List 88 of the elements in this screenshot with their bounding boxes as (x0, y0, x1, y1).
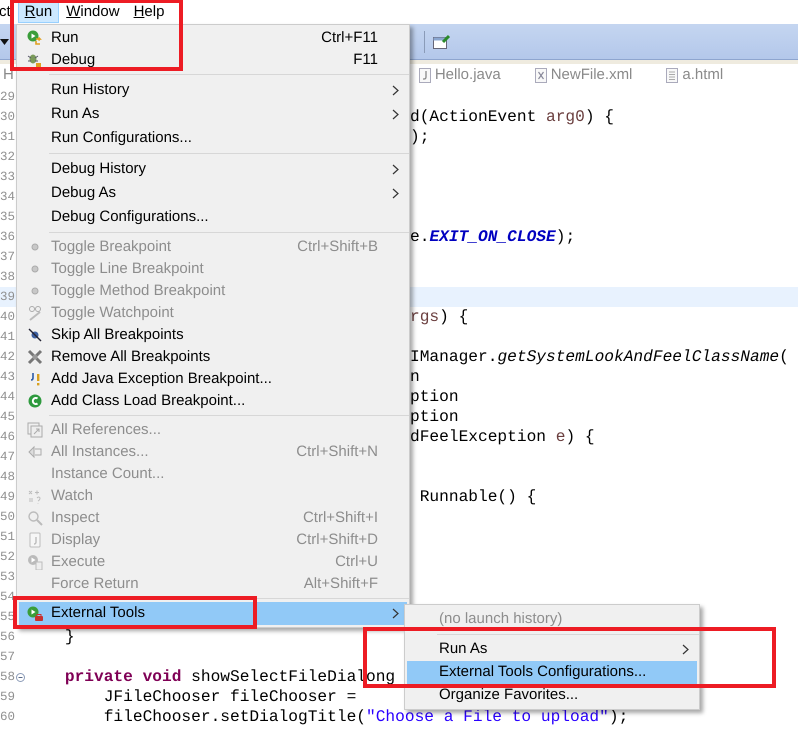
code-line: rgs) { (410, 309, 468, 325)
line-number: 60 (0, 710, 16, 724)
window-pin-icon[interactable] (433, 34, 450, 50)
menu-item[interactable]: Debug History (19, 157, 407, 181)
code-line: dFeelException e) { (410, 429, 595, 445)
code-line: IManager.getSystemLookAndFeelClassName( (410, 349, 789, 365)
line-number: 31 (0, 130, 16, 144)
display-icon (27, 532, 43, 548)
menu-item[interactable]: Run Configurations... (19, 126, 407, 150)
menu-item[interactable]: Debug F11 (19, 49, 407, 71)
magnifier-icon (27, 510, 43, 526)
code-line: JFileChooser fileChooser = (102, 689, 356, 705)
menu-item[interactable]: Add Java Exception Breakpoint... (19, 368, 407, 390)
line-number: 53 (0, 570, 16, 584)
line-number: 39 (0, 290, 16, 304)
line-number: 59 (0, 690, 16, 704)
menu-item[interactable]: Run As (407, 638, 697, 661)
code-line: d(ActionEvent arg0) { (410, 109, 614, 125)
line-number: 38 (0, 270, 16, 284)
line-number: 35 (0, 210, 16, 224)
code-line: e.EXIT_ON_CLOSE); (410, 229, 576, 245)
menu-item[interactable]: Run Ctrl+F11 (19, 27, 407, 49)
line-number: 45 (0, 410, 16, 424)
menu-item[interactable]: Remove All Breakpoints (19, 346, 407, 368)
xml-file-icon (534, 68, 547, 83)
code-line: } (64, 629, 75, 645)
menu-item[interactable]: Skip All Breakpoints (19, 324, 407, 346)
chevron-icon (392, 188, 399, 198)
run-icon (27, 30, 43, 46)
code-line: ); (410, 129, 430, 145)
menu-item[interactable]: External Tools Configurations... (407, 661, 697, 684)
expression-icon (27, 488, 43, 504)
menu-item[interactable]: Debug Configurations... (19, 205, 407, 229)
external-tools-icon (27, 606, 43, 622)
code-line: Runnable() { (418, 489, 536, 505)
line-number: 36 (0, 230, 16, 244)
java-file-icon (418, 68, 431, 83)
chevron-icon (392, 108, 399, 120)
line-number: 49 (0, 490, 16, 504)
glasses-pencil-icon (27, 305, 43, 321)
line-number: 30 (0, 110, 16, 124)
line-number: 32 (0, 150, 16, 164)
menu-bar-item[interactable]: Help (126, 2, 172, 22)
execute-icon (27, 554, 43, 570)
line-number: 44 (0, 390, 16, 404)
line-number: 58 (0, 670, 16, 684)
menu-item[interactable]: Run History (19, 78, 407, 102)
menu-bar-item[interactable]: Run (18, 2, 60, 22)
line-number: 29 (0, 90, 16, 104)
chevron-icon (392, 84, 399, 96)
line-number: 54 (0, 590, 16, 604)
menu-item[interactable]: Add Class Load Breakpoint... (19, 390, 407, 412)
line-number: 57 (0, 650, 16, 664)
dropdown-arrow-icon (0, 38, 9, 44)
line-number: 43 (0, 370, 16, 384)
menu-item[interactable]: Debug As (19, 181, 407, 205)
code-line: n (410, 369, 420, 385)
menu-item[interactable]: Run As (19, 102, 407, 126)
menu-item[interactable]: External Tools (19, 602, 407, 625)
menu-item[interactable]: Organize Favorites... (407, 684, 697, 707)
code-line: fileChooser.setDialogTitle("Choose a File to upload"); (102, 709, 628, 725)
code-line: ption (410, 389, 459, 405)
menu-bar-item[interactable]: ct (0, 2, 18, 22)
line-number: 47 (0, 450, 16, 464)
line-number: 50 (0, 510, 16, 524)
text-file-icon (666, 68, 678, 83)
chevron-icon (392, 608, 399, 619)
line-number: 46 (0, 430, 16, 444)
line-number: 51 (0, 530, 16, 544)
references-icon (27, 422, 43, 438)
menu-bar-item[interactable]: Window (59, 2, 127, 22)
line-number: 56 (0, 630, 16, 644)
line-number: 41 (0, 330, 16, 344)
class-load-icon (27, 393, 43, 409)
line-number: 52 (0, 550, 16, 564)
code-line: ption (410, 409, 459, 425)
instances-icon (27, 444, 43, 460)
line-number: 34 (0, 190, 16, 204)
chevron-icon (682, 644, 689, 655)
line-number: 37 (0, 250, 16, 264)
skip-breakpoint-icon (27, 327, 43, 343)
line-number: 40 (0, 310, 16, 324)
bug-icon (27, 52, 43, 68)
line-number: 42 (0, 350, 16, 364)
line-number: 33 (0, 170, 16, 184)
remove-breakpoints-icon (27, 349, 43, 365)
line-number: 48 (0, 470, 16, 484)
chevron-icon (392, 164, 399, 174)
